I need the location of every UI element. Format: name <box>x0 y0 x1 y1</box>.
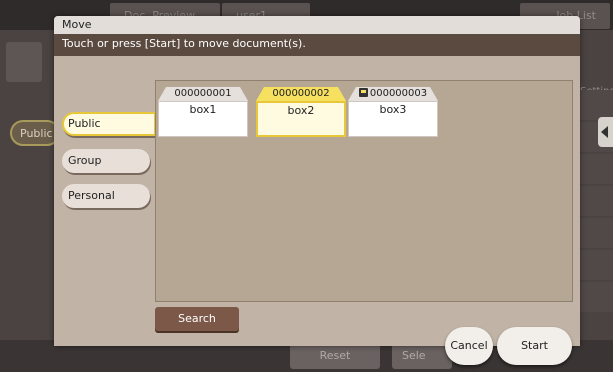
box-number-tab: 000000002 <box>256 87 346 101</box>
start-button[interactable]: Start <box>497 327 572 365</box>
category-public-button[interactable]: Public <box>62 112 156 136</box>
box-number-tab: 000000003 <box>348 87 438 101</box>
search-button[interactable]: Search <box>155 307 239 331</box>
cancel-button[interactable]: Cancel <box>445 327 493 365</box>
background-reset-button: Reset <box>290 343 380 369</box>
category-group-button[interactable]: Group <box>62 149 150 173</box>
dialog-title: Move <box>54 16 580 34</box>
background-select-button: Sele <box>392 343 452 369</box>
box-name: box3 <box>348 101 438 137</box>
box-item-box2[interactable]: 000000002 box2 <box>256 87 346 137</box>
box-number-tab: 000000001 <box>158 87 248 101</box>
box-number: 000000003 <box>369 88 428 99</box>
box-list-area: 000000001 box1 000000002 box2 000000003 … <box>155 80 573 302</box>
background-public-button: Public <box>10 120 60 146</box>
chevron-left-icon <box>598 117 613 147</box>
category-personal-button[interactable]: Personal <box>62 184 150 208</box>
box-item-box1[interactable]: 000000001 box1 <box>158 87 248 137</box>
box-name: box1 <box>158 101 248 137</box>
box-item-box3[interactable]: 000000003 box3 <box>348 87 438 137</box>
dialog-message: Touch or press [Start] to move document(… <box>54 34 580 56</box>
box-name: box2 <box>256 101 346 137</box>
dialog-body: Public Group Personal 000000001 box1 000… <box>54 56 580 346</box>
move-dialog: Move Touch or press [Start] to move docu… <box>54 16 580 346</box>
document-icon <box>6 42 42 82</box>
lock-icon <box>358 88 368 97</box>
